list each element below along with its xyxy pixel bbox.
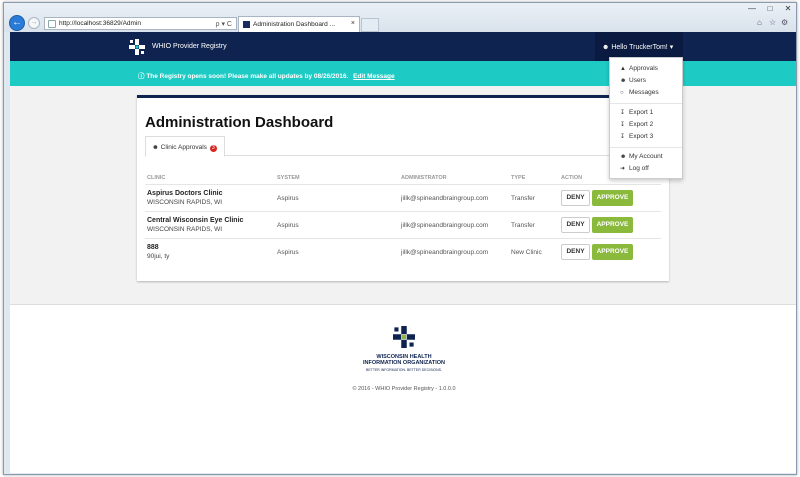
users-icon: ☻ bbox=[620, 78, 627, 84]
forward-button[interactable]: → bbox=[28, 17, 40, 29]
column-header-administrator: ADMINISTRATOR bbox=[401, 175, 447, 181]
clinic-name: 888 bbox=[147, 244, 159, 251]
sign-out-icon: ➜ bbox=[620, 166, 626, 172]
deny-button[interactable]: DENY bbox=[561, 190, 590, 206]
site-icon bbox=[48, 20, 56, 28]
menu-divider bbox=[610, 103, 682, 104]
footer-copyright: © 2016 - WHIO Provider Registry - 1.0.0.… bbox=[352, 386, 456, 392]
clinic-system: Aspirus bbox=[277, 195, 299, 202]
menu-item-label: Export 2 bbox=[629, 121, 654, 128]
banner-text: ⓘ The Registry opens soon! Please make a… bbox=[138, 70, 395, 80]
table-row: Aspirus Doctors Clinic WISCONSIN RAPIDS,… bbox=[145, 184, 661, 211]
menu-item-label: Export 1 bbox=[629, 109, 654, 116]
whio-footer-logo bbox=[393, 326, 415, 348]
menu-divider bbox=[610, 147, 682, 148]
request-type: Transfer bbox=[511, 222, 535, 229]
minimize-button[interactable]: — bbox=[742, 3, 762, 16]
menu-item-my-account[interactable]: ☻ My Account bbox=[620, 153, 663, 160]
browser-window: — □ ✕ ← → http://localhost:36829/Admin ρ… bbox=[3, 2, 797, 475]
edit-message-link[interactable]: Edit Message bbox=[353, 73, 395, 80]
deny-button[interactable]: DENY bbox=[561, 217, 590, 233]
administrator-email: jillk@spineandbraingroup.com bbox=[401, 222, 489, 229]
footer-org-name: WISCONSIN HEALTH INFORMATION ORGANIZATIO… bbox=[362, 354, 446, 366]
page-title: Administration Dashboard bbox=[145, 114, 334, 131]
user-dropdown-menu: ▲ Approvals ☻ Users ○ Messages ↧ Export 1 ↧ E… bbox=[609, 57, 683, 179]
user-greeting-text: Hello TruckerTom! bbox=[611, 44, 668, 51]
clinic-name: Aspirus Doctors Clinic bbox=[147, 190, 223, 197]
column-header-type: TYPE bbox=[511, 175, 526, 181]
menu-item-log-off[interactable]: ➜ Log off bbox=[620, 165, 649, 172]
comment-icon: ○ bbox=[620, 90, 624, 96]
users-icon: ☻ bbox=[152, 144, 159, 151]
thumbs-up-icon: ▲ bbox=[620, 66, 626, 72]
menu-item-label: Messages bbox=[629, 89, 659, 96]
footer-tagline: BETTER INFORMATION. BETTER DECISIONS. bbox=[366, 368, 442, 372]
gear-icon[interactable]: ⚙ bbox=[781, 18, 788, 27]
favicon-icon bbox=[243, 21, 250, 28]
approve-button[interactable]: APPROVE bbox=[592, 190, 633, 206]
table-row: 888 90jui, ty Aspirus jillk@spineandbrai… bbox=[145, 238, 661, 265]
menu-item-label: Export 3 bbox=[629, 133, 654, 140]
menu-item-export-3[interactable]: ↧ Export 3 bbox=[620, 133, 653, 140]
clinic-system: Aspirus bbox=[277, 249, 299, 256]
tab-clinic-approvals[interactable]: ☻ Clinic Approvals 3 bbox=[145, 136, 225, 157]
maximize-button[interactable]: □ bbox=[760, 3, 780, 16]
dashboard-panel: Administration Dashboard ☻ Clinic Approv… bbox=[137, 95, 669, 281]
download-icon: ↧ bbox=[620, 110, 626, 116]
tab-close-icon[interactable]: × bbox=[351, 20, 355, 27]
footer-org-line2: INFORMATION ORGANIZATION bbox=[363, 360, 445, 366]
column-header-action: ACTION bbox=[561, 175, 583, 181]
clinic-location: WISCONSIN RAPIDS, WI bbox=[147, 199, 223, 206]
menu-item-label: Users bbox=[629, 77, 646, 84]
request-type: Transfer bbox=[511, 195, 535, 202]
user-icon: ☻ bbox=[602, 44, 610, 51]
address-bar[interactable]: http://localhost:36829/Admin ρ ▾ C bbox=[44, 17, 237, 30]
column-header-clinic: CLINIC bbox=[147, 175, 166, 181]
menu-item-export-1[interactable]: ↧ Export 1 bbox=[620, 109, 653, 116]
user-icon: ☻ bbox=[620, 154, 627, 160]
new-tab-button[interactable] bbox=[361, 18, 379, 32]
address-controls[interactable]: ρ ▾ C bbox=[216, 20, 232, 28]
page-content: WHIO Provider Registry ☻ Hello TruckerTo… bbox=[10, 32, 796, 473]
back-button[interactable]: ← bbox=[9, 15, 25, 31]
menu-item-label: Log off bbox=[629, 165, 649, 172]
dashboard-tabs: ☻ Clinic Approvals 3 bbox=[145, 136, 661, 157]
pending-count-badge: 3 bbox=[209, 145, 217, 152]
user-greeting[interactable]: ☻ Hello TruckerTom! ▾ bbox=[602, 43, 673, 51]
administrator-email: jillk@spineandbraingroup.com bbox=[401, 195, 489, 202]
browser-tab-active[interactable]: Administration Dashboard ... × bbox=[238, 16, 360, 32]
whio-logo[interactable] bbox=[129, 39, 145, 55]
tab-title: Administration Dashboard ... bbox=[253, 21, 336, 28]
browser-chrome: — □ ✕ ← → http://localhost:36829/Admin ρ… bbox=[4, 3, 796, 32]
address-url[interactable]: http://localhost:36829/Admin bbox=[59, 20, 141, 27]
caret-down-icon: ▾ bbox=[669, 44, 674, 51]
table-row: Central Wisconsin Eye Clinic WISCONSIN R… bbox=[145, 211, 661, 238]
tab-clinic-approvals-label: ☻ Clinic Approvals 3 bbox=[152, 144, 217, 152]
request-type: New Clinic bbox=[511, 249, 542, 256]
menu-item-label: My Account bbox=[629, 153, 663, 160]
menu-item-users[interactable]: ☻ Users bbox=[620, 77, 646, 84]
download-icon: ↧ bbox=[620, 134, 626, 140]
column-header-system: SYSTEM bbox=[277, 175, 300, 181]
approve-button[interactable]: APPROVE bbox=[592, 244, 633, 260]
menu-item-export-2[interactable]: ↧ Export 2 bbox=[620, 121, 653, 128]
info-icon: ⓘ bbox=[138, 73, 145, 80]
menu-item-label: Approvals bbox=[629, 65, 658, 72]
clinic-system: Aspirus bbox=[277, 222, 299, 229]
close-window-button[interactable]: ✕ bbox=[778, 3, 796, 16]
menu-item-approvals[interactable]: ▲ Approvals bbox=[620, 65, 658, 72]
menu-item-messages[interactable]: ○ Messages bbox=[620, 89, 659, 96]
administrator-email: jillk@spineandbraingroup.com bbox=[401, 249, 489, 256]
brand-name[interactable]: WHIO Provider Registry bbox=[152, 43, 227, 50]
approve-button[interactable]: APPROVE bbox=[592, 217, 633, 233]
deny-button[interactable]: DENY bbox=[561, 244, 590, 260]
home-icon[interactable]: ⌂ bbox=[757, 18, 762, 27]
star-icon[interactable]: ☆ bbox=[769, 18, 776, 27]
clinic-name: Central Wisconsin Eye Clinic bbox=[147, 217, 244, 224]
tab-label-text: Clinic Approvals bbox=[160, 144, 207, 151]
clinic-location: WISCONSIN RAPIDS, WI bbox=[147, 226, 223, 233]
download-icon: ↧ bbox=[620, 122, 626, 128]
banner-message: The Registry opens soon! Please make all… bbox=[146, 73, 349, 80]
clinic-location: 90jui, ty bbox=[147, 253, 170, 260]
